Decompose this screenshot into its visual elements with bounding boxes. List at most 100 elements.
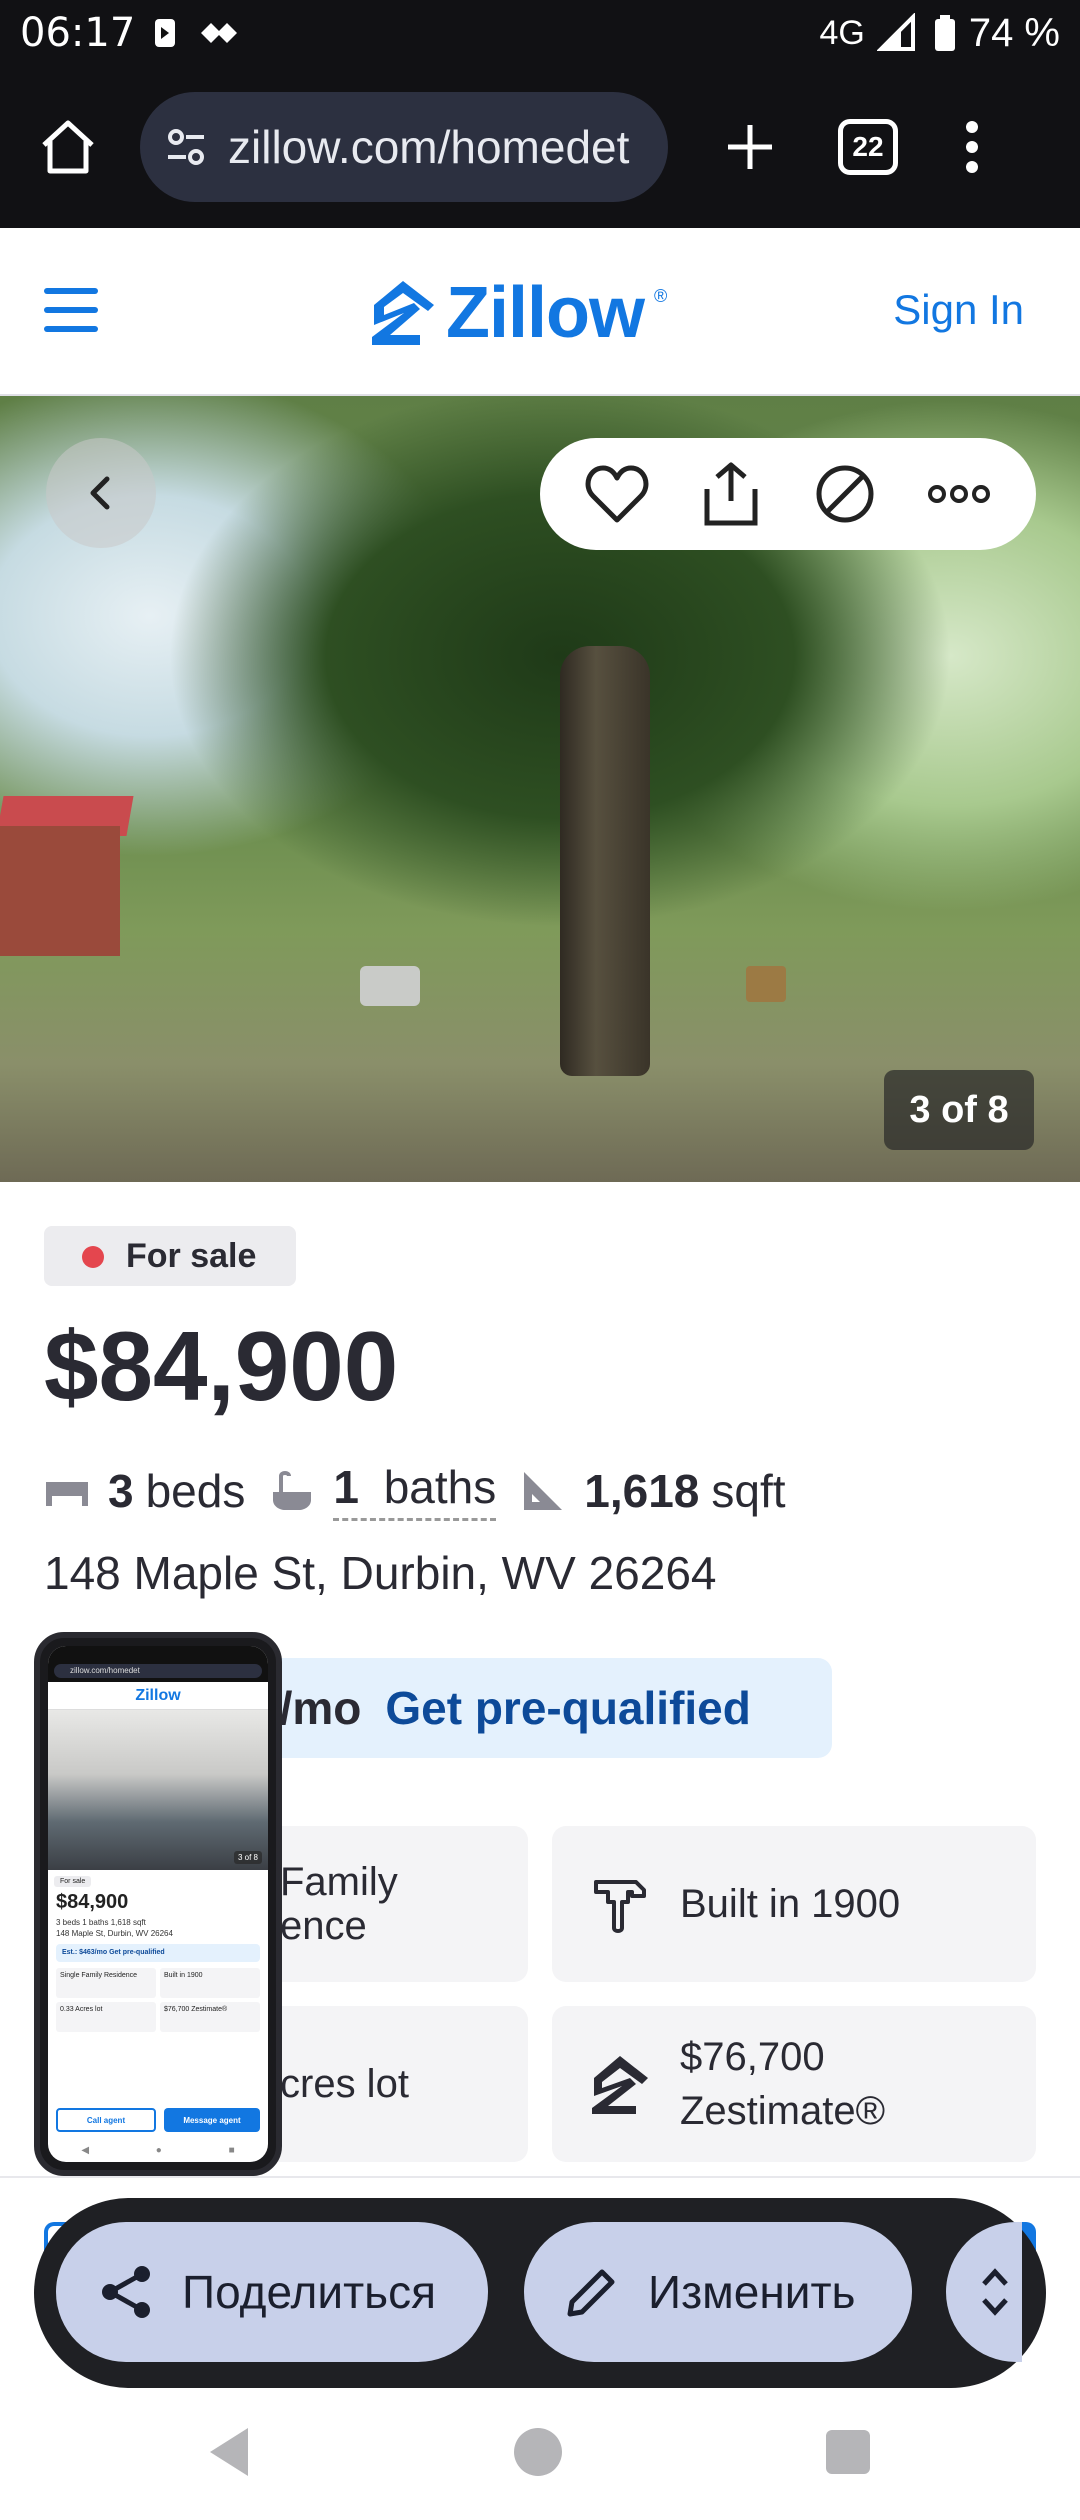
signal-icon [876,13,915,51]
status-badge: For sale [44,1226,297,1286]
chevron-left-icon [90,476,110,510]
home-type-text: Family ence [280,1860,398,1948]
small-shed [746,966,786,1002]
screenshot-preview[interactable]: zillow.com/homedet Zillow 3 of 8 For sal… [34,1632,282,2176]
preview-facts: 3 beds 1 baths 1,618 sqft [56,1918,146,1927]
preview-card-built: Built in 1900 [160,1968,260,1998]
save-heart-button[interactable] [579,456,655,532]
share-label: Поделиться [182,2266,437,2318]
scroll-capture-button[interactable] [946,2222,1022,2362]
zestimate-icon [592,2056,648,2114]
preview-message-agent: Message agent [164,2108,260,2132]
share-nodes-icon [102,2266,150,2318]
listing-address: 148 Maple St, Durbin, WV 26264 [44,1547,717,1599]
preview-cta: Call agent Message agent [56,2108,260,2132]
preview-call-agent: Call agent [56,2108,156,2132]
beds-label: beds [145,1464,246,1517]
hide-listing-button[interactable] [807,456,883,532]
status-label: For sale [126,1236,257,1275]
facts-row: 3 beds 1 baths 1,618 sqft [44,1460,786,1521]
zillow-logo[interactable]: Zillow ® [370,272,667,354]
preview-card-type: Single Family Residence [56,1968,156,1998]
app-notification-icon [201,23,238,43]
year-built-text: Built in 1900 [680,1881,901,1926]
doghouse [360,966,420,1006]
photo-actions [540,438,1036,550]
year-built-card: Built in 1900 [552,1826,1036,1982]
share-screenshot-button[interactable]: Поделиться [56,2222,488,2362]
share-button[interactable] [693,456,769,532]
browser-menu-button[interactable] [952,109,992,185]
site-header: Zillow ® Sign In [0,228,1080,396]
bed-icon [46,1481,88,1506]
sign-in-link[interactable]: Sign In [893,286,1024,334]
preview-url: zillow.com/homedet [54,1664,262,1678]
preview-url-bar: zillow.com/homedet [48,1660,268,1682]
status-bar: 06:17 4G 74 % [0,0,1080,66]
bathtub-icon [273,1470,312,1510]
url-text: zillow.com/homedet [228,121,630,173]
network-type: 4G [819,13,865,52]
preview-logo: Zillow [48,1682,268,1710]
preview-card-lot: 0.33 Acres lot [56,2002,156,2032]
browser-toolbar: zillow.com/homedet 22 [0,66,1080,228]
nav-back-icon[interactable] [204,2424,254,2480]
get-prequalified-link[interactable]: Get pre-qualified [385,1681,750,1735]
pencil-icon [567,2269,615,2317]
zillow-logo-text: Zillow [446,273,645,353]
baths-underlined: 1 baths [333,1460,497,1521]
registered-mark: ® [653,286,668,306]
zestimate-card[interactable]: $76,700 Zestimate® [552,2006,1036,2162]
home-type-line2: ence [280,1904,367,1948]
tab-switcher-button[interactable]: 22 [838,119,898,175]
heart-icon [585,465,649,523]
address-bar[interactable]: zillow.com/homedet [140,92,668,202]
more-options-button[interactable] [921,456,997,532]
system-nav-bar [0,2388,1080,2520]
lot-size-text: cres lot [280,2061,409,2106]
expand-icon [982,2268,1008,2316]
nav-recents-icon[interactable] [826,2430,870,2474]
preview-badge: For sale [54,1876,92,1887]
zestimate-text: $76,700 Zestimate® [680,2030,885,2138]
edit-label: Изменить [648,2266,856,2318]
area-icon [524,1471,563,1510]
baths-label: baths [383,1461,497,1513]
barn [0,826,120,956]
hamburger-menu-icon[interactable] [44,288,98,332]
status-dot [82,1246,104,1268]
plus-icon [728,125,772,169]
listing-photo[interactable]: 3 of 8 [0,396,1080,1182]
home-type-line1: Family [280,1860,398,1904]
preview-address: 148 Maple St, Durbin, WV 26264 [56,1929,173,1938]
sqft-value: 1,618 [584,1464,700,1517]
tree-trunk [560,646,650,1076]
more-vert-icon [966,121,978,173]
photo-counter: 3 of 8 [884,1070,1034,1150]
status-time: 06:17 [20,10,136,56]
listing-price: $84,900 [44,1311,399,1421]
preview-cards: Single Family Residence Built in 1900 0.… [56,1968,260,2032]
preview-status-bar [48,1646,268,1660]
preview-price: $84,900 [56,1891,129,1913]
zillow-logo-icon [372,281,434,345]
preview-photo: 3 of 8 [48,1710,268,1870]
sqft-fact: 1,618 sqft [520,1464,786,1518]
browser-home-button[interactable] [30,109,106,185]
preview-prequal: Est.: $463/mo Get pre-qualified [56,1944,260,1962]
back-button[interactable] [46,438,156,548]
new-tab-button[interactable] [712,109,788,185]
edit-screenshot-button[interactable]: Изменить [524,2222,912,2362]
screenshot-toolbar: Поделиться Изменить [34,2198,1046,2388]
screenshot-preview-content: zillow.com/homedet Zillow 3 of 8 For sal… [48,1646,268,2162]
more-horiz-icon [928,485,990,503]
zestimate-value: $76,700 [680,2035,825,2079]
site-settings-icon [168,129,204,165]
nav-home-icon[interactable] [514,2428,562,2476]
preview-card-zest: $76,700 Zestimate® [160,2002,260,2032]
notification-icon [155,19,176,47]
hammer-icon [594,1880,646,1933]
baths-fact[interactable]: 1 baths [269,1460,497,1521]
baths-count: 1 [333,1461,359,1513]
battery-level: 74 % [968,10,1060,55]
